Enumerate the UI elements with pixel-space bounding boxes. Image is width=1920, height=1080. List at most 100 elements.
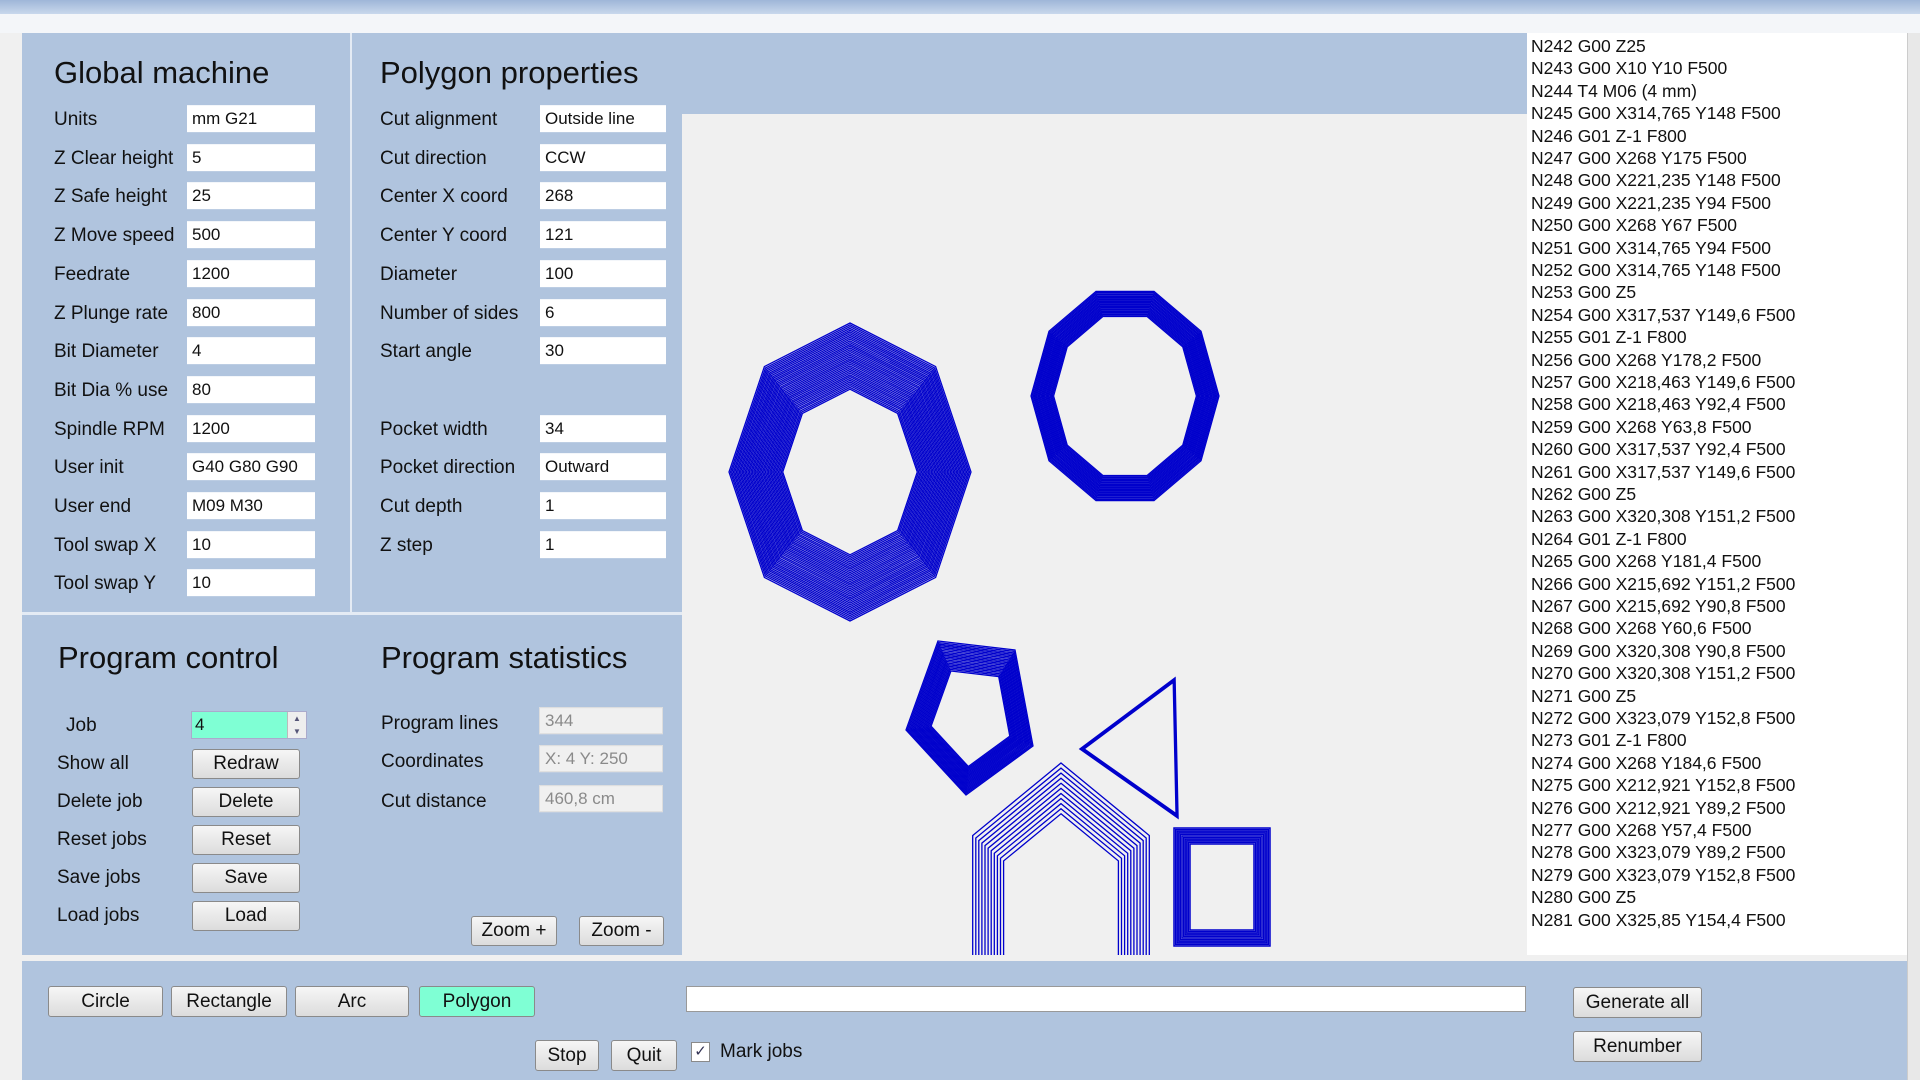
gcode-line[interactable]: N261 G00 X317,537 Y149,6 F500 xyxy=(1531,462,1795,483)
field-input[interactable]: M09 M30 xyxy=(187,492,315,520)
decagon-toolpath xyxy=(1038,299,1212,493)
gcode-line[interactable]: N272 G00 X323,079 Y152,8 F500 xyxy=(1531,708,1795,729)
gcode-line[interactable]: N281 G00 X325,85 Y154,4 F500 xyxy=(1531,910,1786,931)
field-input[interactable]: 100 xyxy=(540,259,666,287)
stat-label: Program lines xyxy=(381,713,499,734)
gcode-line[interactable]: N260 G00 X317,537 Y92,4 F500 xyxy=(1531,439,1786,460)
gcode-line[interactable]: N256 G00 X268 Y178,2 F500 xyxy=(1531,350,1761,371)
field-input[interactable]: G40 G80 G90 xyxy=(187,453,315,481)
drawing-canvas[interactable]: GGistroy.ru xyxy=(682,114,1525,1079)
gcode-line[interactable]: N269 G00 X320,308 Y90,8 F500 xyxy=(1531,641,1786,662)
field-input[interactable]: 30 xyxy=(540,337,666,365)
gcode-line[interactable]: N259 G00 X268 Y63,8 F500 xyxy=(1531,417,1752,438)
gcode-line[interactable]: N247 G00 X268 Y175 F500 xyxy=(1531,148,1747,169)
decagon-toolpath xyxy=(1048,310,1202,482)
bottom-toolbar xyxy=(22,961,1907,1080)
field-input[interactable]: 10 xyxy=(187,530,315,558)
gcode-line[interactable]: N271 G00 Z5 xyxy=(1531,686,1636,707)
octagon-toolpath xyxy=(770,374,930,570)
triangle-toolpath xyxy=(1081,679,1178,817)
shape-button-rectangle[interactable]: Rectangle xyxy=(171,986,287,1017)
gcode-line[interactable]: N250 G00 X268 Y67 F500 xyxy=(1531,215,1737,236)
zoom-out-button[interactable]: Zoom - xyxy=(579,916,664,946)
octagon-toolpath xyxy=(777,383,923,561)
gcode-line[interactable]: N267 G00 X215,692 Y90,8 F500 xyxy=(1531,596,1786,617)
field-label: Spindle RPM xyxy=(54,418,165,440)
reset-button[interactable]: Reset xyxy=(192,825,300,855)
gcode-line[interactable]: N277 G00 X268 Y57,4 F500 xyxy=(1531,820,1752,841)
redraw-button[interactable]: Redraw xyxy=(192,749,300,779)
decagon-toolpath xyxy=(1052,315,1198,477)
gcode-line[interactable]: N254 G00 X317,537 Y149,6 F500 xyxy=(1531,305,1795,326)
gcode-line[interactable]: N266 G00 X215,692 Y151,2 F500 xyxy=(1531,574,1795,595)
gcode-line[interactable]: N252 G00 X314,765 Y148 F500 xyxy=(1531,260,1781,281)
gcode-line[interactable]: N270 G00 X320,308 Y151,2 F500 xyxy=(1531,663,1795,684)
field-input[interactable]: 1 xyxy=(540,530,666,558)
gcode-line[interactable]: N265 G00 X268 Y181,4 F500 xyxy=(1531,551,1761,572)
gcode-line[interactable]: N244 T4 M06 (4 mm) xyxy=(1531,81,1697,102)
field-input[interactable]: 1 xyxy=(540,492,666,520)
field-input[interactable]: 5 xyxy=(187,143,315,171)
scrollbar[interactable] xyxy=(1907,33,1920,1080)
renumber-button[interactable]: Renumber xyxy=(1573,1031,1702,1062)
spin-up-icon[interactable]: ▲ xyxy=(287,712,306,725)
shape-button-circle[interactable]: Circle xyxy=(48,986,163,1017)
field-input[interactable]: mm G21 xyxy=(187,105,315,133)
field-label: Diameter xyxy=(380,263,458,285)
field-input[interactable]: 500 xyxy=(187,221,315,249)
field-input[interactable]: 1200 xyxy=(187,414,315,442)
stop-button[interactable]: Stop xyxy=(535,1040,599,1071)
field-input[interactable]: 80 xyxy=(187,376,315,404)
gcode-line[interactable]: N264 G01 Z-1 F800 xyxy=(1531,529,1687,550)
gcode-line[interactable]: N248 G00 X221,235 Y148 F500 xyxy=(1531,170,1781,191)
top-strip xyxy=(682,33,1527,114)
gcode-line[interactable]: N245 G00 X314,765 Y148 F500 xyxy=(1531,103,1781,124)
field-input[interactable]: 34 xyxy=(540,414,666,442)
gcode-line[interactable]: N249 G00 X221,235 Y94 F500 xyxy=(1531,193,1771,214)
field-input[interactable]: 10 xyxy=(187,569,315,597)
gcode-line[interactable]: N274 G00 X268 Y184,6 F500 xyxy=(1531,753,1761,774)
generate-all-button[interactable]: Generate all xyxy=(1573,987,1702,1018)
field-input[interactable]: 1200 xyxy=(187,259,315,287)
field-input[interactable]: 268 xyxy=(540,182,666,210)
mark-jobs-label: Mark jobs xyxy=(720,1041,803,1062)
zoom-in-button[interactable]: Zoom + xyxy=(471,916,557,946)
gcode-line[interactable]: N253 G00 Z5 xyxy=(1531,282,1636,303)
gcode-line[interactable]: N258 G00 X218,463 Y92,4 F500 xyxy=(1531,394,1786,415)
job-spinner[interactable]: 4 ▲ ▼ xyxy=(191,711,307,739)
gcode-line[interactable]: N255 G01 Z-1 F800 xyxy=(1531,327,1687,348)
field-input[interactable]: 800 xyxy=(187,298,315,326)
field-input[interactable]: 4 xyxy=(187,337,315,365)
gcode-line[interactable]: N257 G00 X218,463 Y149,6 F500 xyxy=(1531,372,1795,393)
spin-down-icon[interactable]: ▼ xyxy=(287,725,306,738)
gcode-line[interactable]: N278 G00 X323,079 Y89,2 F500 xyxy=(1531,842,1786,863)
save-button[interactable]: Save xyxy=(192,863,300,893)
gcode-line[interactable]: N273 G01 Z-1 F800 xyxy=(1531,730,1687,751)
field-input[interactable]: CCW xyxy=(540,143,666,171)
field-input[interactable]: Outward xyxy=(540,453,666,481)
delete-button[interactable]: Delete xyxy=(192,787,300,817)
quit-button[interactable]: Quit xyxy=(611,1040,677,1071)
field-input[interactable]: 6 xyxy=(540,298,666,326)
shape-button-arc[interactable]: Arc xyxy=(295,986,409,1017)
field-input[interactable]: 121 xyxy=(540,221,666,249)
mark-jobs-checkbox[interactable]: ✓ xyxy=(691,1042,710,1062)
gcode-line[interactable]: N268 G00 X268 Y60,6 F500 xyxy=(1531,618,1752,639)
gcode-line[interactable]: N263 G00 X320,308 Y151,2 F500 xyxy=(1531,506,1795,527)
gcode-line[interactable]: N262 G00 Z5 xyxy=(1531,484,1636,505)
gcode-line[interactable]: N280 G00 Z5 xyxy=(1531,887,1636,908)
gcode-line[interactable]: N279 G00 X323,079 Y152,8 F500 xyxy=(1531,865,1795,886)
gcode-listbox[interactable]: N242 G00 Z25 N243 G00 X10 Y10 F500 N244 T4… xyxy=(1527,33,1907,955)
gcode-line[interactable]: N276 G00 X212,921 Y89,2 F500 xyxy=(1531,798,1786,819)
shape-button-polygon[interactable]: Polygon xyxy=(419,986,535,1017)
field-input[interactable]: 25 xyxy=(187,182,315,210)
command-input[interactable] xyxy=(686,986,1526,1012)
gcode-line[interactable]: N275 G00 X212,921 Y152,8 F500 xyxy=(1531,775,1795,796)
gcode-line[interactable]: N251 G00 X314,765 Y94 F500 xyxy=(1531,238,1771,259)
gcode-line[interactable]: N243 G00 X10 Y10 F500 xyxy=(1531,58,1727,79)
gcode-line[interactable]: N246 G01 Z-1 F800 xyxy=(1531,126,1687,147)
field-input[interactable]: Outside line xyxy=(540,105,666,133)
load-button[interactable]: Load xyxy=(192,901,300,931)
decagon-toolpath xyxy=(1041,303,1209,489)
gcode-line[interactable]: N242 G00 Z25 xyxy=(1531,36,1646,57)
